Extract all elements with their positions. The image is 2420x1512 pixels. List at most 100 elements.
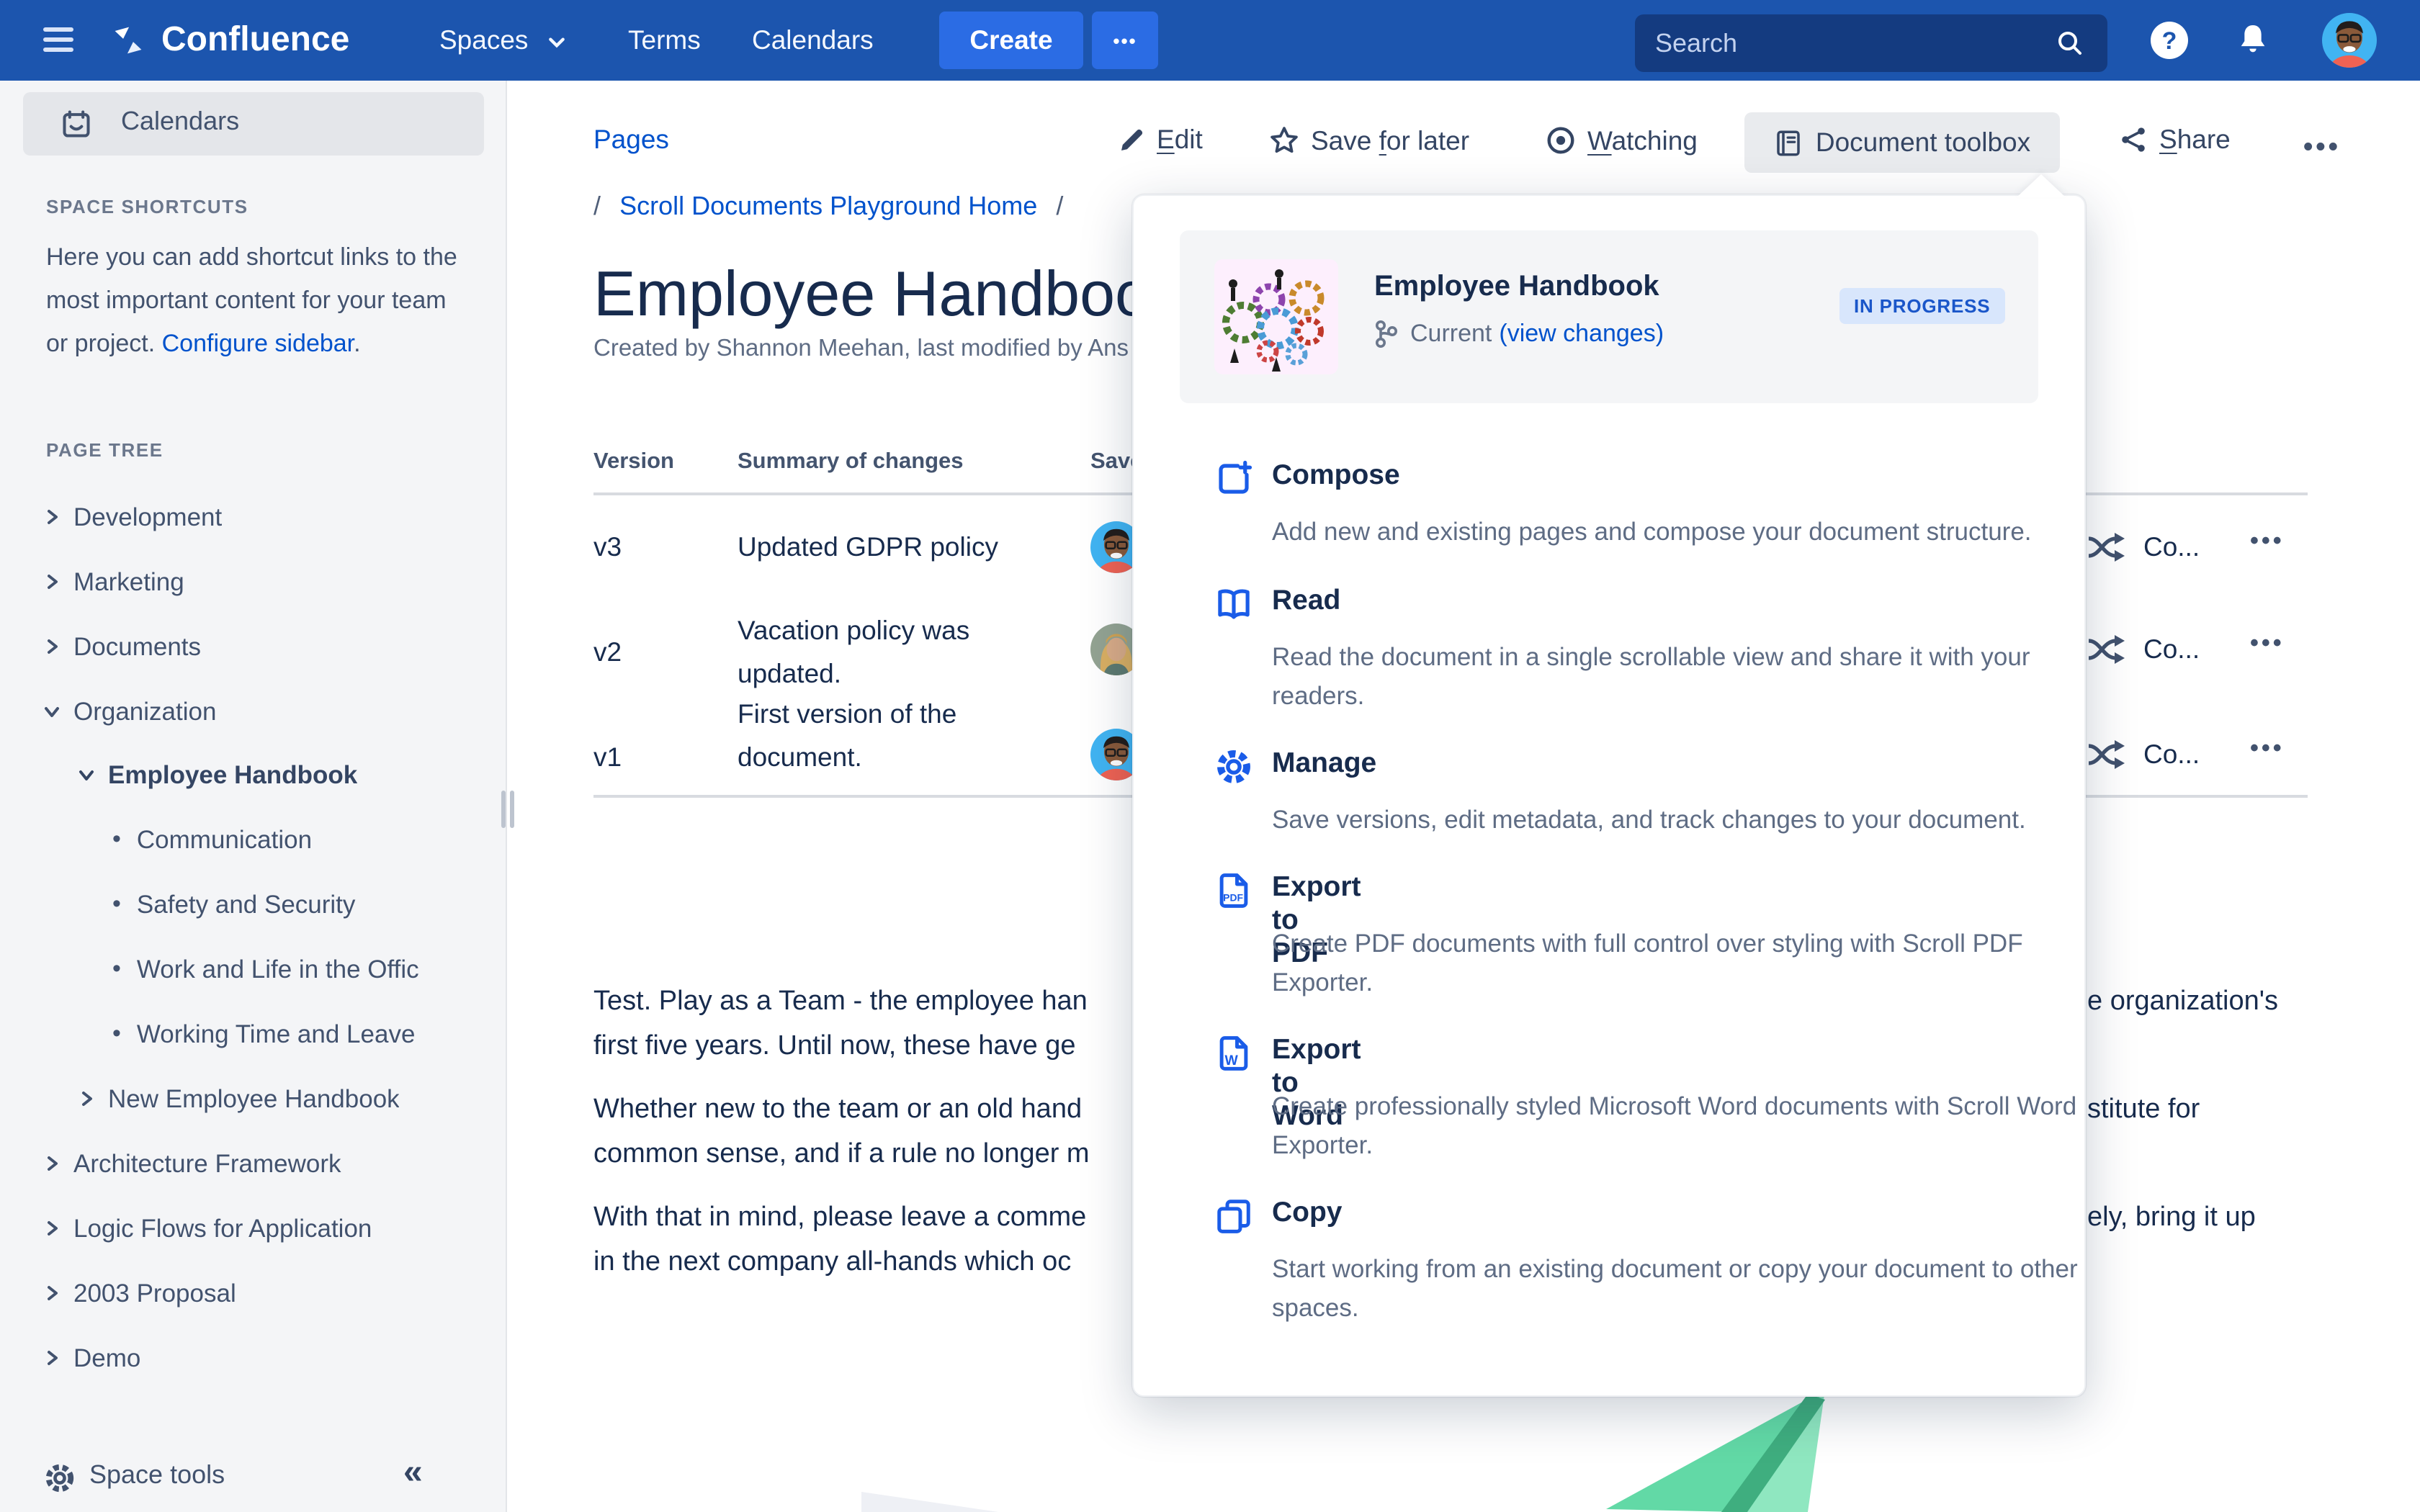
row-more-button[interactable]: ••• [2250, 527, 2285, 556]
chevron-right-icon [43, 508, 60, 526]
tree-item-label: Marketing [73, 567, 184, 597]
page-title: Employee Handbook [593, 259, 1182, 331]
sidebar-item-employee-handbook[interactable]: Employee Handbook [0, 755, 585, 795]
popup-version-row: Current (view changes) [1374, 320, 1664, 348]
compose-icon [1214, 459, 1253, 498]
nav-calendars[interactable]: Calendars [752, 0, 874, 81]
nav-more-button[interactable]: ••• [1092, 12, 1158, 69]
svg-text:?: ? [2162, 27, 2177, 55]
sidebar-item-2003-proposal[interactable]: 2003 Proposal [0, 1273, 550, 1313]
hamburger-menu-icon[interactable] [43, 27, 73, 52]
search-box[interactable] [1635, 14, 2107, 72]
nav-spaces[interactable]: Spaces [439, 0, 566, 81]
edit-label: dit [1175, 124, 1203, 154]
row-action-link[interactable]: Co... [2143, 526, 2200, 569]
edit-button[interactable]: Edit [1116, 124, 1203, 156]
status-badge: IN PROGRESS [1839, 288, 2004, 324]
search-icon[interactable] [2056, 29, 2084, 58]
sidebar-item-organization[interactable]: Organization [0, 691, 550, 732]
sidebar-item-calendars[interactable]: Calendars [23, 92, 484, 156]
compare-changes-icon[interactable] [2086, 629, 2129, 670]
help-icon[interactable]: ? [2149, 20, 2190, 60]
share-icon [2118, 124, 2149, 156]
popup-arrow [2017, 174, 2066, 197]
summary-cell: updated. [738, 652, 841, 696]
tree-item-label: Documents [73, 631, 201, 662]
create-button[interactable]: Create [939, 12, 1083, 69]
sidebar-item-logic-flows[interactable]: Logic Flows for Application [0, 1208, 550, 1248]
document-summary-card: Employee Handbook Current (view changes)… [1180, 230, 2038, 403]
share-button[interactable]: Share [2118, 124, 2231, 156]
tree-item-label: Safety and Security [137, 889, 356, 919]
summary-cell: First version of the [738, 693, 956, 736]
chevron-right-icon [43, 1155, 60, 1172]
watching-eye-icon [1544, 124, 1577, 157]
breadcrumb-pages-link[interactable]: Pages [593, 124, 669, 156]
tree-item-label: Architecture Framework [73, 1148, 341, 1179]
space-shortcuts-text: Here you can add shortcut links to the m… [46, 236, 467, 366]
summary-cell: document. [738, 736, 862, 779]
row-action-link[interactable]: Co... [2143, 628, 2200, 671]
document-toolbox-button[interactable]: Document toolbox [1744, 112, 2060, 173]
sidebar-item-marketing[interactable]: Marketing [0, 562, 550, 602]
sidebar-resize-handle[interactable] [501, 791, 514, 828]
compare-changes-icon[interactable] [2086, 527, 2129, 567]
app-title[interactable]: Confluence [161, 0, 349, 81]
compare-changes-icon[interactable] [2086, 734, 2129, 775]
paragraph-line: first five years. Until now, these have … [593, 1031, 1129, 1063]
save-for-later-button[interactable]: Save for later [1268, 124, 1469, 157]
read-icon [1214, 585, 1253, 624]
collapse-sidebar-icon[interactable]: « [403, 1453, 423, 1493]
save-label-pre: Save [1311, 125, 1379, 155]
chevron-right-icon [43, 638, 60, 655]
configure-sidebar-link[interactable]: Configure sidebar [162, 330, 354, 357]
row-more-button[interactable]: ••• [2250, 734, 2285, 763]
sidebar-item-safety-and-security[interactable]: • Safety and Security [0, 884, 619, 924]
sidebar-item-development[interactable]: Development [0, 497, 550, 537]
menu-item-title: Manage [1272, 747, 1376, 780]
space-tools-button[interactable]: Space tools « [0, 1446, 507, 1512]
sidebar-item-architecture-framework[interactable]: Architecture Framework [0, 1143, 550, 1184]
paragraph-line: Test. Play as a Team - the employee han [593, 986, 1129, 1018]
space-tools-label: Space tools [89, 1460, 225, 1490]
user-avatar[interactable] [2322, 13, 2377, 68]
document-toolbox-popup: Employee Handbook Current (view changes)… [1132, 194, 2086, 1397]
document-toolbox-label: Document toolbox [1816, 127, 2030, 158]
column-header-version: Version [593, 449, 674, 475]
sidebar-item-demo[interactable]: Demo [0, 1338, 550, 1378]
page-more-button[interactable]: ••• [2303, 132, 2341, 164]
nav-terms[interactable]: Terms [628, 0, 701, 81]
gray-plane-illustration [861, 1483, 998, 1512]
paper-plane-illustration [1577, 1382, 1851, 1512]
chevron-right-icon [43, 573, 60, 590]
bullet-icon: • [112, 890, 121, 919]
current-version-label: Current [1410, 320, 1492, 348]
sidebar-item-working-time[interactable]: •Working Time and Leave [0, 1014, 619, 1054]
manage-gear-icon [1214, 747, 1253, 786]
watching-button[interactable]: Watching [1544, 124, 1698, 157]
sidebar-item-communication[interactable]: •Communication [0, 819, 619, 860]
tree-item-label: Logic Flows for Application [73, 1213, 372, 1243]
confluence-logo-icon[interactable] [109, 22, 147, 59]
search-input[interactable] [1635, 14, 2067, 72]
sidebar-item-documents[interactable]: Documents [0, 626, 550, 667]
bullet-icon: • [112, 825, 121, 854]
view-changes-link[interactable]: (view changes) [1499, 320, 1664, 348]
branch-icon [1374, 320, 1399, 348]
star-icon [1268, 124, 1301, 157]
sidebar-calendars-label: Calendars [121, 107, 239, 137]
calendar-icon [60, 108, 92, 140]
notifications-bell-icon[interactable] [2233, 20, 2273, 60]
breadcrumb-separator: / [593, 192, 601, 220]
tree-item-label: Employee Handbook [108, 760, 357, 790]
copy-icon [1214, 1197, 1253, 1236]
row-more-button[interactable]: ••• [2250, 629, 2285, 658]
svg-text:PDF: PDF [1223, 892, 1243, 904]
breadcrumb-home-link[interactable]: Scroll Documents Playground Home [619, 192, 1037, 220]
chevron-down-icon [78, 766, 95, 783]
sidebar-item-work-and-life[interactable]: •Work and Life in the Offic [0, 949, 619, 989]
row-action-link[interactable]: Co... [2143, 733, 2200, 776]
pdf-icon: PDF [1214, 871, 1253, 910]
sidebar-item-new-employee-handbook[interactable]: New Employee Handbook [0, 1079, 585, 1119]
word-icon: W [1214, 1034, 1253, 1073]
